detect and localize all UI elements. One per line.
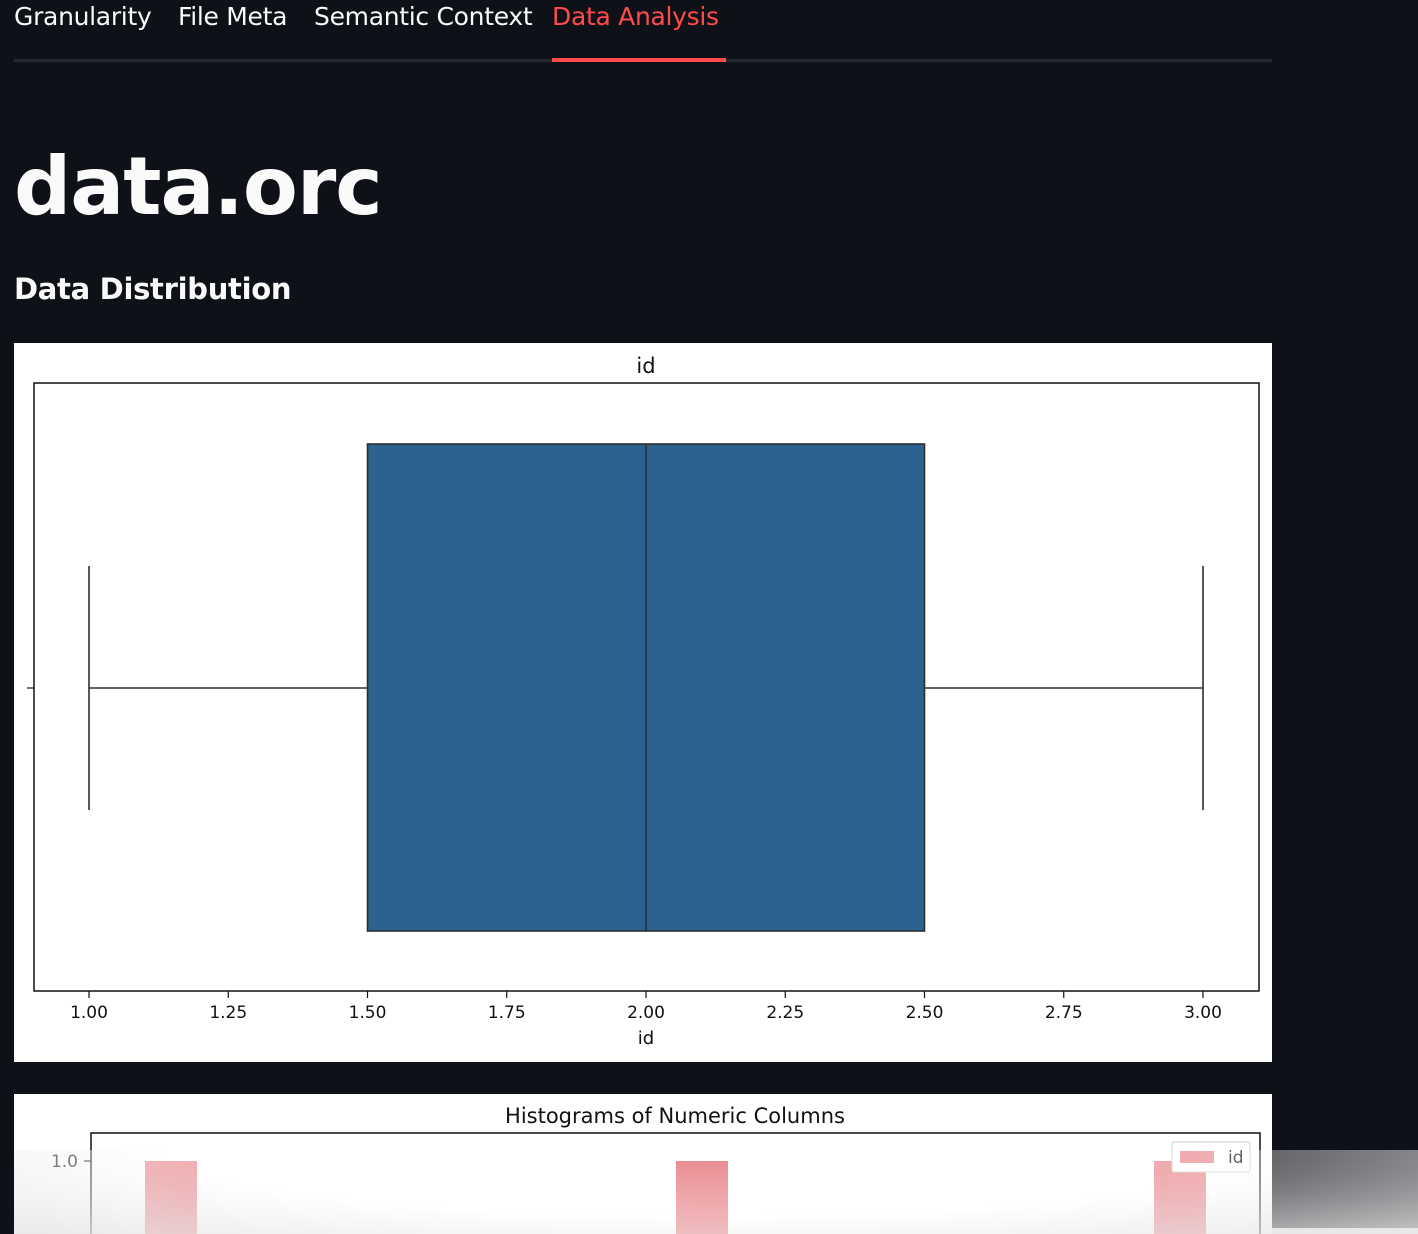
tab-file-meta[interactable]: File Meta bbox=[178, 2, 287, 31]
histogram-chart: Histograms of Numeric Columns 1.0 id bbox=[51, 1104, 1261, 1234]
legend-swatch bbox=[1180, 1151, 1214, 1163]
section-title: Data Distribution bbox=[14, 272, 292, 306]
x-tick-label: 1.50 bbox=[349, 1003, 387, 1023]
edge-strip bbox=[1272, 1228, 1418, 1234]
tab-bar: Granularity File Meta Semantic Context D… bbox=[14, 0, 1272, 62]
histogram-bar bbox=[676, 1161, 728, 1234]
histogram-figure: Histograms of Numeric Columns 1.0 id bbox=[14, 1094, 1272, 1234]
legend-label: id bbox=[1228, 1148, 1244, 1168]
chart-title: Histograms of Numeric Columns bbox=[505, 1104, 845, 1128]
box-plot-chart: id 1.00 1.25 1.50 1.75 2.00 2.25 2.50 2.75 3.00 … bbox=[27, 354, 1260, 1049]
x-tick-label: 2.50 bbox=[906, 1003, 944, 1023]
x-tick-label: 1.75 bbox=[488, 1003, 526, 1023]
legend: id bbox=[1171, 1141, 1251, 1173]
tab-semantic-context[interactable]: Semantic Context bbox=[314, 2, 533, 31]
x-tick-label: 2.75 bbox=[1045, 1003, 1083, 1023]
x-tick-label: 1.00 bbox=[70, 1003, 108, 1023]
page-title: data.orc bbox=[14, 140, 383, 233]
x-tick-label: 1.25 bbox=[209, 1003, 247, 1023]
x-axis-label: id bbox=[638, 1028, 654, 1049]
x-tick-label: 3.00 bbox=[1184, 1003, 1222, 1023]
histogram-bar bbox=[145, 1161, 197, 1234]
plot-area-frame bbox=[90, 1132, 1261, 1234]
box-plot-figure: id 1.00 1.25 1.50 1.75 2.00 2.25 2.50 2.75 3.00 … bbox=[14, 343, 1272, 1062]
tab-data-analysis[interactable]: Data Analysis bbox=[552, 2, 719, 31]
tab-granularity[interactable]: Granularity bbox=[14, 2, 152, 31]
x-tick-label: 2.00 bbox=[627, 1003, 665, 1023]
active-tab-indicator bbox=[552, 58, 726, 62]
y-tick-label: 1.0 bbox=[51, 1152, 78, 1172]
chart-title: id bbox=[636, 354, 655, 378]
x-tick-label: 2.25 bbox=[766, 1003, 804, 1023]
